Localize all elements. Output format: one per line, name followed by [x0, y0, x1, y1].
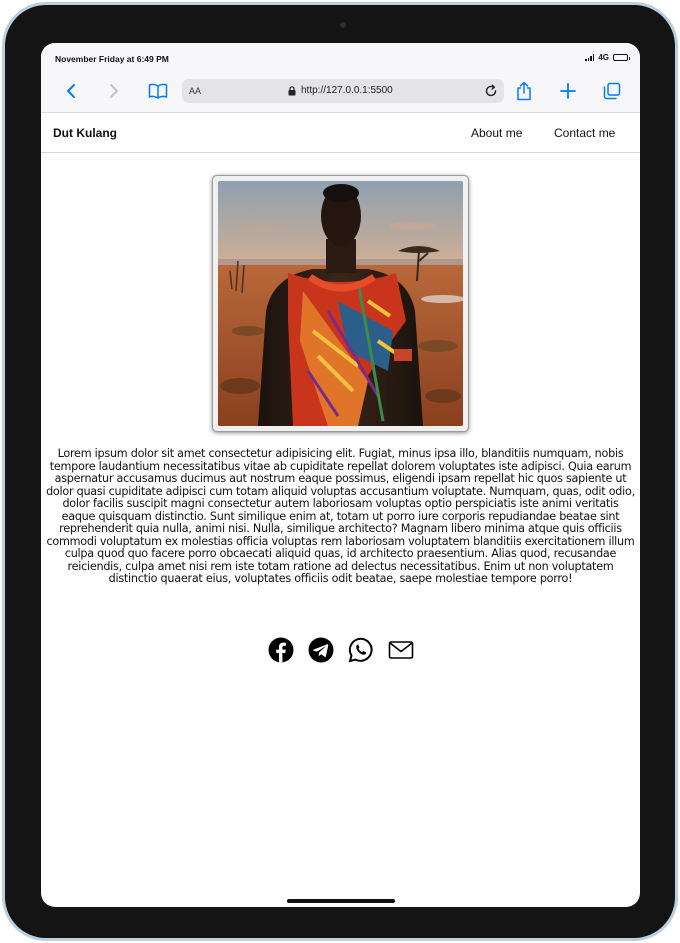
reload-icon: [485, 84, 497, 97]
status-indicators: 4G: [585, 53, 630, 62]
nav-link-contact[interactable]: Contact me: [554, 126, 615, 140]
site-navbar: Dut Kulang About me Contact me: [41, 113, 640, 153]
tabs-icon: [603, 82, 621, 100]
nav-link-about[interactable]: About me: [471, 126, 522, 140]
tabs-overview-button[interactable]: [601, 80, 623, 102]
tablet-device: November Friday at 6:49 PM 4G AA http://…: [2, 2, 678, 941]
lock-icon: [288, 85, 296, 95]
network-label: 4G: [598, 53, 609, 62]
browser-toolbar: AA http://127.0.0.1:5500: [41, 71, 640, 113]
whatsapp-icon: [348, 637, 373, 663]
new-tab-button[interactable]: [557, 80, 579, 102]
reload-button[interactable]: [482, 82, 500, 100]
telegram-link[interactable]: [308, 637, 334, 663]
new-tab-icon: [560, 83, 576, 99]
facebook-icon: [268, 637, 293, 663]
site-brand[interactable]: Dut Kulang: [53, 126, 117, 140]
reader-aa-button[interactable]: AA: [189, 86, 201, 96]
url-text: http://127.0.0.1:5500: [301, 85, 393, 96]
front-camera: [340, 22, 346, 28]
home-indicator[interactable]: [287, 899, 395, 903]
profile-photo-frame: [212, 175, 469, 432]
back-button[interactable]: [60, 80, 82, 102]
share-icon: [517, 81, 531, 101]
back-icon: [67, 84, 75, 98]
forward-button[interactable]: [103, 80, 125, 102]
battery-icon: [613, 54, 630, 61]
tablet-bezel: November Friday at 6:49 PM 4G AA http://…: [5, 5, 675, 938]
address-bar[interactable]: AA http://127.0.0.1:5500: [182, 79, 504, 103]
social-links: [41, 637, 640, 663]
bookmarks-button[interactable]: [147, 80, 169, 102]
facebook-link[interactable]: [268, 637, 294, 663]
bio-paragraph: Lorem ipsum dolor sit amet consectetur a…: [46, 447, 635, 585]
share-button[interactable]: [513, 80, 535, 102]
bookmarks-icon: [148, 83, 168, 99]
email-link[interactable]: [388, 637, 414, 663]
forward-icon: [110, 84, 118, 98]
status-time: November Friday at 6:49 PM: [55, 54, 169, 64]
url-display[interactable]: http://127.0.0.1:5500: [288, 85, 393, 96]
telegram-icon: [308, 637, 333, 663]
screen: November Friday at 6:49 PM 4G AA http://…: [41, 43, 640, 907]
whatsapp-link[interactable]: [348, 637, 374, 663]
status-bar: November Friday at 6:49 PM 4G: [41, 43, 640, 71]
mail-icon: [388, 641, 413, 659]
profile-photo: [218, 181, 463, 426]
signal-icon: [585, 54, 595, 61]
